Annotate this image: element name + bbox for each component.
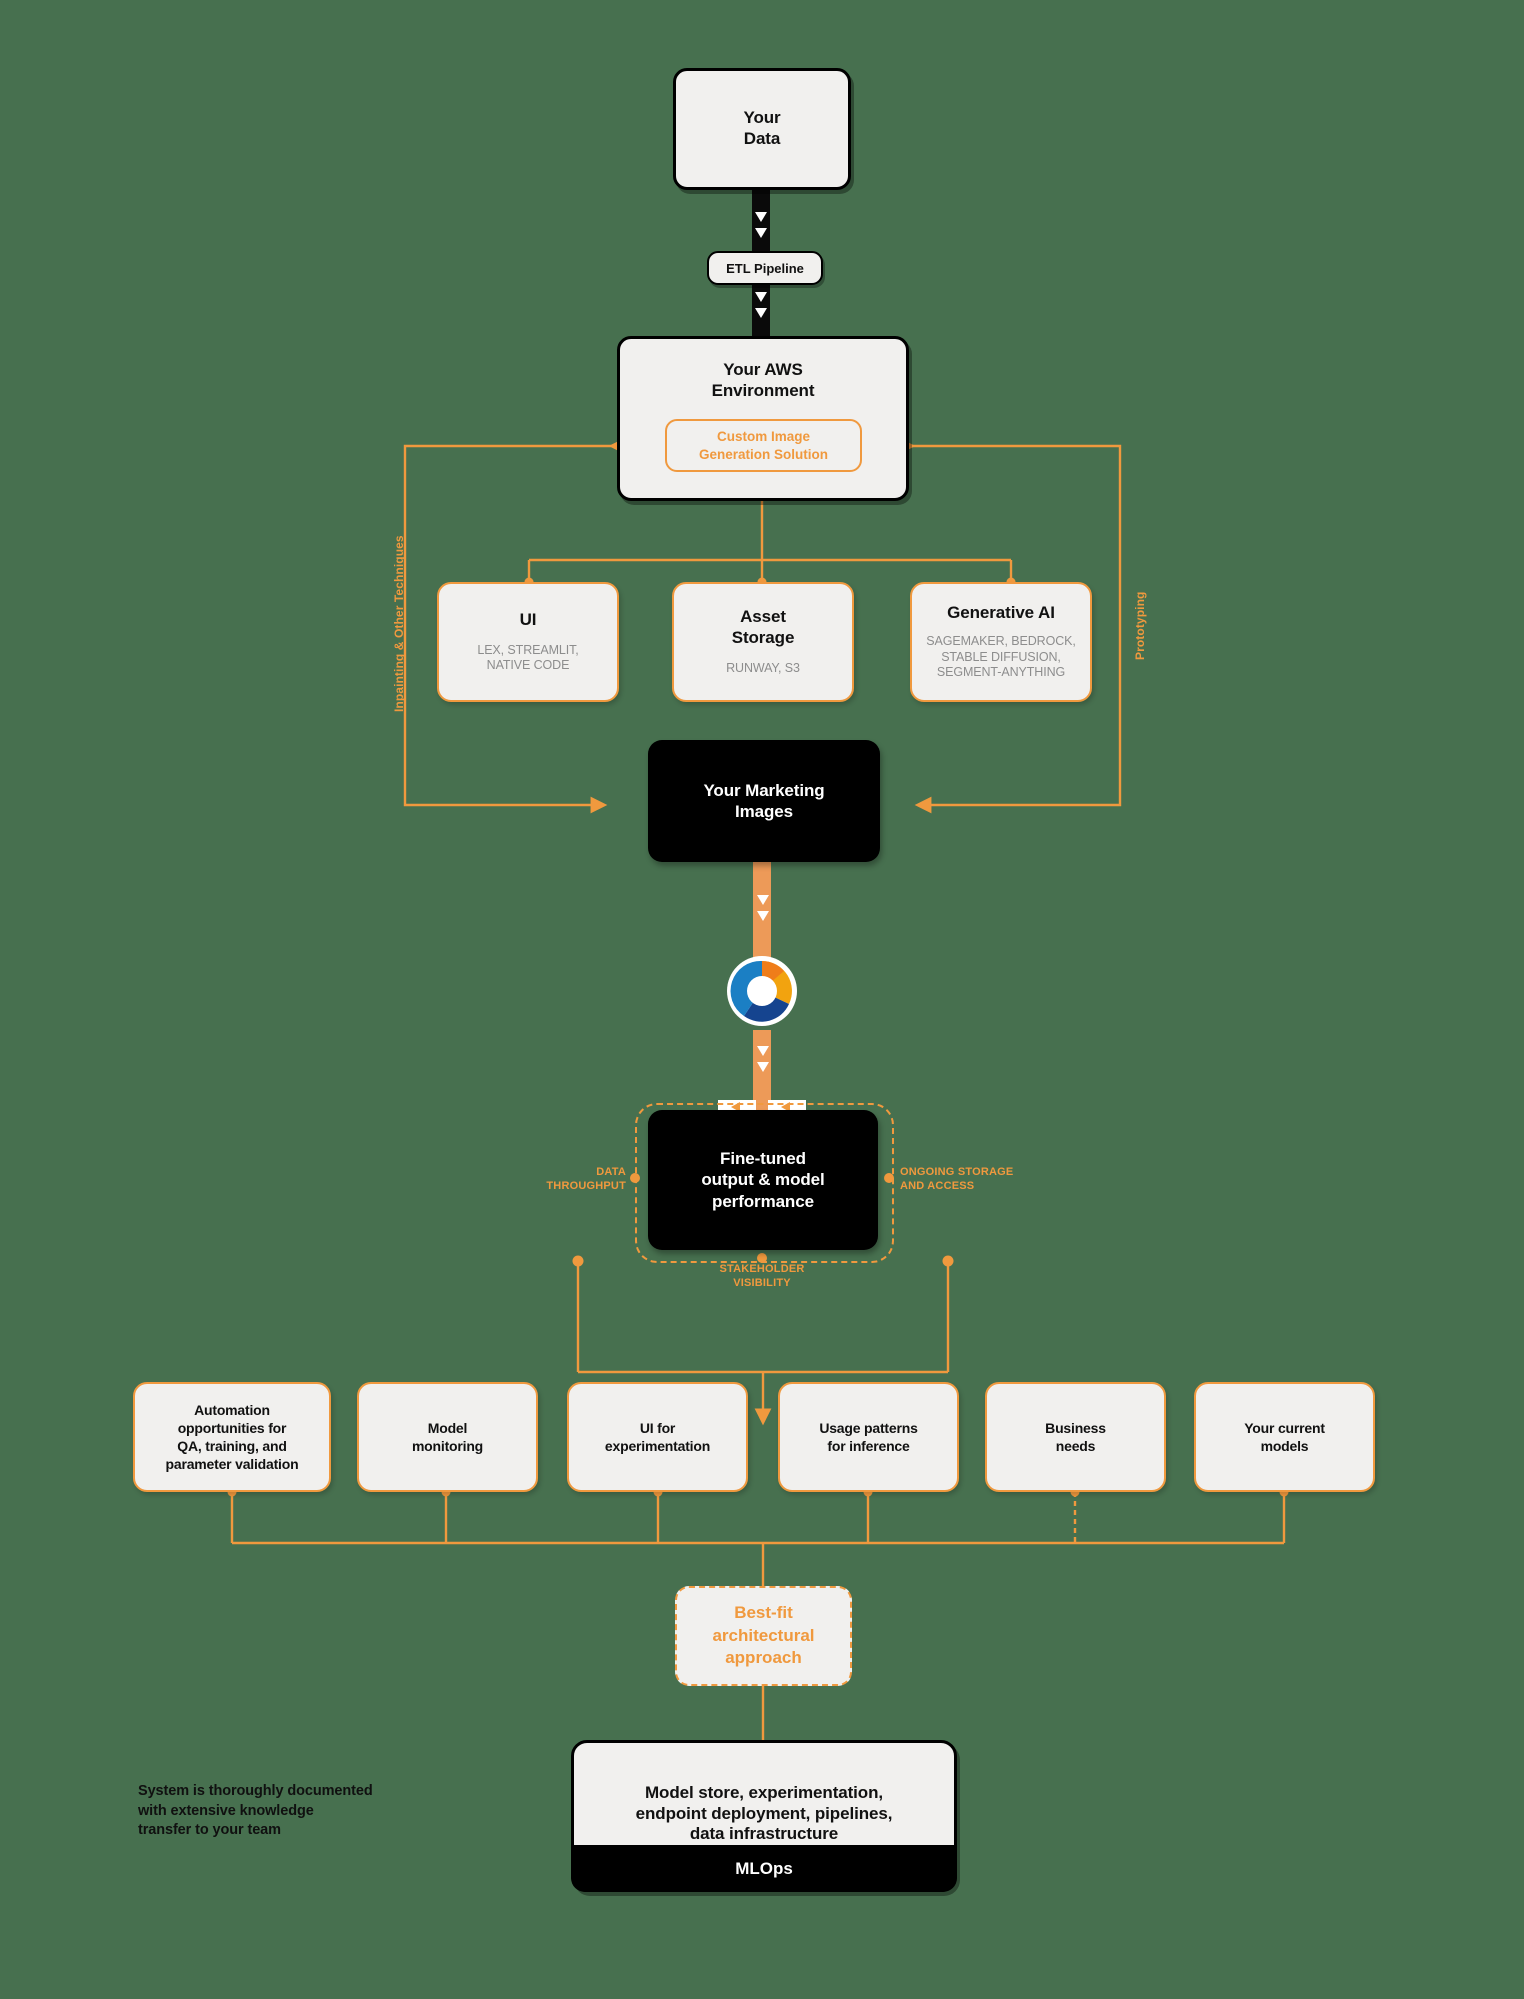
your-data-title: Your Data xyxy=(743,108,781,148)
label-data-throughput: DATA THROUGHPUT xyxy=(546,1166,626,1192)
ui-subtitle: LEX, STREAMLIT, NATIVE CODE xyxy=(477,642,579,673)
consideration-box: Model monitoring xyxy=(357,1382,538,1492)
consideration-label: Automation opportunities for QA, trainin… xyxy=(165,1401,299,1473)
node-best-fit-approach: Best-fit architectural approach xyxy=(675,1586,852,1686)
marketing-images-title: Your Marketing Images xyxy=(703,780,825,821)
label-ongoing-storage-access: ONGOING STORAGE AND ACCESS xyxy=(900,1166,1014,1192)
consideration-box: Usage patterns for inference xyxy=(778,1382,959,1492)
mlops-title: Model store, experimentation, endpoint d… xyxy=(635,1783,893,1844)
node-ui: UI LEX, STREAMLIT, NATIVE CODE xyxy=(437,582,619,702)
label-stakeholder-visibility: STAKEHOLDER VISIBILITY xyxy=(719,1263,805,1289)
node-generative-ai: Generative AI SAGEMAKER, BEDROCK, STABLE… xyxy=(910,582,1092,702)
consideration-label: Your current models xyxy=(1244,1419,1325,1454)
generative-ai-title: Generative AI xyxy=(947,603,1055,623)
consideration-box: UI for experimentation xyxy=(567,1382,748,1492)
asset-storage-subtitle: RUNWAY, S3 xyxy=(726,660,800,675)
generative-ai-subtitle: SAGEMAKER, BEDROCK, STABLE DIFFUSION, SE… xyxy=(926,633,1076,680)
consideration-label: UI for experimentation xyxy=(604,1419,711,1454)
node-custom-image-generation-solution: Custom Image Generation Solution xyxy=(665,419,862,472)
consideration-box: Business needs xyxy=(985,1382,1166,1492)
node-fine-tuned-output: Fine-tuned output & model performance xyxy=(648,1110,878,1250)
diagram-canvas: Your Data ETL Pipeline Your AWS Environm… xyxy=(0,0,1524,1999)
footnote-text: System is thoroughly documented with ext… xyxy=(138,1783,373,1839)
node-marketing-images: Your Marketing Images xyxy=(648,740,880,862)
consideration-label: Model monitoring xyxy=(411,1419,484,1454)
fine-tuned-title: Fine-tuned output & model performance xyxy=(701,1149,825,1211)
label-inpainting-other-techniques: Inpainting & Other Techniques xyxy=(392,535,406,712)
ui-title: UI xyxy=(519,610,537,629)
custom-image-generation-label: Custom Image Generation Solution xyxy=(698,428,828,462)
aws-environment-title: Your AWS Environment xyxy=(711,360,815,400)
etl-pipeline-pill: ETL Pipeline xyxy=(707,251,823,285)
best-fit-label: Best-fit architectural approach xyxy=(712,1602,815,1668)
consideration-box: Automation opportunities for QA, trainin… xyxy=(133,1382,331,1492)
consideration-label: Usage patterns for inference xyxy=(819,1419,918,1454)
asset-storage-title: Asset Storage xyxy=(731,607,795,648)
brand-ring-logo xyxy=(726,955,798,1027)
consideration-box: Your current models xyxy=(1194,1382,1375,1492)
node-your-data: Your Data xyxy=(673,68,851,190)
node-asset-storage: Asset Storage RUNWAY, S3 xyxy=(672,582,854,702)
mlops-footer-strip: MLOps xyxy=(571,1845,957,1892)
label-prototyping: Prototyping xyxy=(1133,591,1147,660)
consideration-label: Business needs xyxy=(1045,1419,1106,1454)
